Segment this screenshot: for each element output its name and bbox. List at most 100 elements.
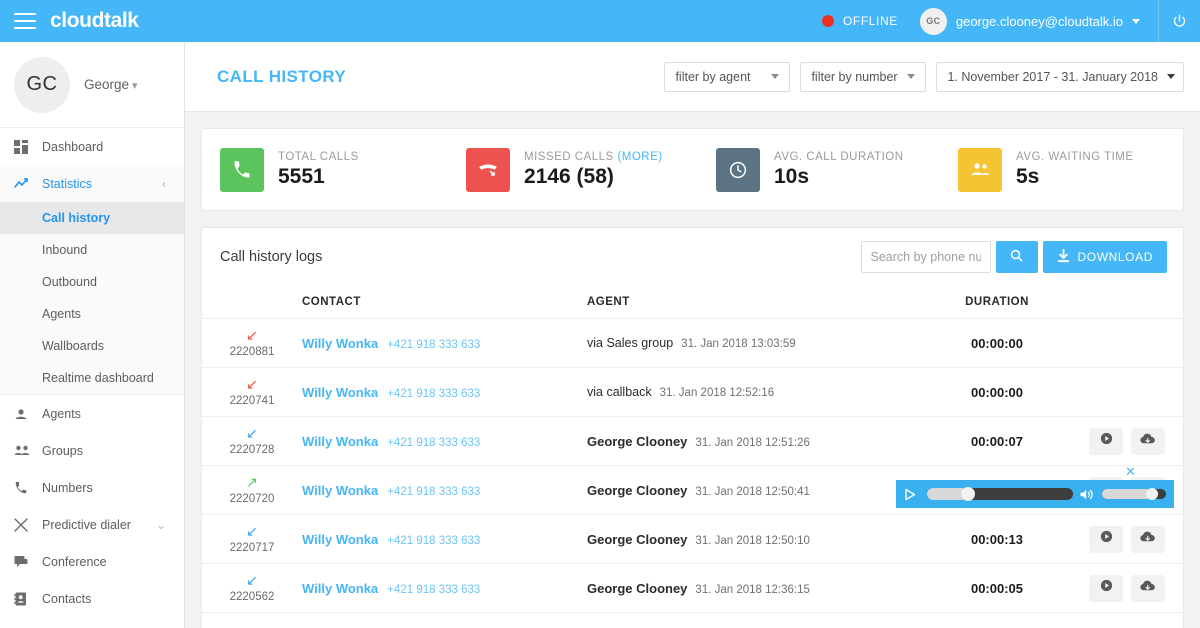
call-history-logs-card: Call history logs DOWNLOAD — [201, 227, 1184, 628]
contact-phone[interactable]: +421 918 333 633 — [387, 486, 480, 498]
download-recording-button[interactable] — [1131, 428, 1165, 455]
contacts-icon — [14, 592, 42, 606]
column-header-duration: DURATION — [932, 296, 1062, 308]
sidebar-item-statistics[interactable]: Statistics ‹ — [0, 165, 184, 202]
sidebar-user-profile[interactable]: GC George▾ — [0, 42, 184, 128]
search-button[interactable] — [996, 241, 1038, 273]
contact-phone[interactable]: +421 918 333 633 — [387, 535, 480, 547]
play-icon — [1099, 578, 1114, 598]
filter-by-number-select[interactable]: filter by number — [800, 62, 926, 92]
power-icon[interactable] — [1158, 0, 1200, 42]
contact-name[interactable]: Willy Wonka — [302, 336, 378, 351]
volume-knob[interactable] — [1146, 488, 1158, 500]
avatar: GC — [14, 57, 70, 113]
sidebar-item-outbound[interactable]: Outbound — [0, 266, 184, 298]
call-timestamp: 31. Jan 2018 12:50:41 — [695, 486, 809, 498]
play-recording-button[interactable] — [1089, 428, 1123, 455]
sidebar-subitem-label: Call history — [42, 211, 110, 225]
sidebar-item-label: Conference — [42, 555, 107, 569]
contact-phone[interactable]: +421 918 333 633 — [387, 339, 480, 351]
logs-toolbar: DOWNLOAD — [861, 241, 1167, 273]
groups-icon — [14, 444, 42, 457]
download-recording-button[interactable] — [1131, 526, 1165, 553]
sidebar-item-inbound[interactable]: Inbound — [0, 234, 184, 266]
volume-icon[interactable] — [1080, 488, 1096, 501]
search-input[interactable] — [861, 241, 991, 273]
download-icon — [1057, 249, 1070, 266]
sidebar-item-groups[interactable]: Groups — [0, 432, 184, 469]
date-range-picker[interactable]: 1. November 2017 - 31. January 2018 — [936, 62, 1184, 92]
table-row[interactable]: ↙ 2220881 Willy Wonka +421 918 333 633 v… — [202, 319, 1183, 368]
missed-calls-more-link[interactable]: (MORE) — [617, 151, 662, 163]
contact-phone[interactable]: +421 918 333 633 — [387, 584, 480, 596]
missed-call-icon — [466, 148, 510, 192]
sidebar-subitem-label: Inbound — [42, 243, 87, 257]
actions-cell — [1062, 575, 1183, 602]
call-timestamp: 31. Jan 2018 12:52:16 — [660, 387, 774, 399]
contact-name[interactable]: Willy Wonka — [302, 483, 378, 498]
stat-avg-waiting-time: AVG. WAITING TIME 5s — [958, 148, 1134, 192]
contact-cell: Willy Wonka +421 918 333 633 — [302, 483, 587, 498]
sidebar-item-contacts[interactable]: Contacts — [0, 580, 184, 617]
sidebar-item-agents[interactable]: Agents — [0, 395, 184, 432]
filter-by-agent-select[interactable]: filter by agent — [664, 62, 790, 92]
sidebar-item-stat-agents[interactable]: Agents — [0, 298, 184, 330]
status-badge[interactable]: OFFLINE — [822, 14, 898, 28]
top-bar: cloudtalk OFFLINE GC george.clooney@clou… — [0, 0, 1200, 42]
search-icon — [1009, 248, 1024, 266]
sidebar-item-conference[interactable]: Conference — [0, 543, 184, 580]
table-row[interactable]: ↙ 2220728 Willy Wonka +421 918 333 633 G… — [202, 417, 1183, 466]
chevron-left-icon: ‹ — [162, 177, 166, 191]
user-menu[interactable]: GC george.clooney@cloudtalk.io — [920, 8, 1140, 35]
sidebar-item-label: Dashboard — [42, 140, 103, 154]
chevron-down-icon: ▾ — [132, 80, 138, 92]
direction-cell: ↙ 2220562 — [202, 574, 302, 603]
contact-name[interactable]: Willy Wonka — [302, 434, 378, 449]
sidebar-item-call-history[interactable]: Call history — [0, 202, 184, 234]
sidebar-item-wallboards[interactable]: Wallboards — [0, 330, 184, 362]
sidebar-item-label: Contacts — [42, 592, 91, 606]
seek-knob[interactable] — [961, 487, 975, 501]
logs-header: Call history logs DOWNLOAD — [202, 228, 1183, 286]
play-icon[interactable] — [904, 488, 920, 501]
contact-phone[interactable]: +421 918 333 633 — [387, 437, 480, 449]
call-timestamp: 31. Jan 2018 12:51:26 — [695, 437, 809, 449]
sidebar-item-predictive-dialer[interactable]: Predictive dialer ⌄ — [0, 506, 184, 543]
stat-label-text: MISSED CALLS — [524, 151, 614, 163]
agent-cell: George Clooney 31. Jan 2018 12:50:10 — [587, 532, 932, 547]
app-root: cloudtalk OFFLINE GC george.clooney@clou… — [0, 0, 1200, 628]
filter-by-agent-label: filter by agent — [675, 70, 750, 84]
download-button[interactable]: DOWNLOAD — [1043, 241, 1167, 273]
play-recording-button[interactable] — [1089, 526, 1123, 553]
contact-name[interactable]: Willy Wonka — [302, 581, 378, 596]
sidebar-item-dashboard[interactable]: Dashboard — [0, 128, 184, 165]
hamburger-icon[interactable] — [14, 13, 36, 29]
agent-cell: George Clooney 31. Jan 2018 12:51:26 — [587, 434, 932, 449]
contact-name[interactable]: Willy Wonka — [302, 385, 378, 400]
brand-logo: cloudtalk — [50, 9, 139, 33]
volume-slider[interactable] — [1102, 488, 1166, 500]
avatar: GC — [920, 8, 947, 35]
duration-cell: 00:00:07 — [932, 434, 1062, 449]
sidebar-item-label: Agents — [42, 407, 81, 421]
contact-phone[interactable]: +421 918 333 633 — [387, 388, 480, 400]
stat-label: MISSED CALLS (MORE) — [524, 151, 663, 163]
sidebar-item-numbers[interactable]: Numbers — [0, 469, 184, 506]
play-recording-button[interactable] — [1089, 575, 1123, 602]
table-row[interactable]: ↗ 2220720 Willy Wonka +421 918 333 633 G… — [202, 466, 1183, 515]
sidebar-item-realtime-dashboard[interactable]: Realtime dashboard — [0, 362, 184, 394]
stats-summary-card: TOTAL CALLS 5551 MISSED CALLS (MORE) 214… — [201, 128, 1184, 211]
table-row[interactable]: ↙ 2220741 Willy Wonka +421 918 333 633 v… — [202, 368, 1183, 417]
sidebar-subnav-statistics: Call history Inbound Outbound Agents Wal… — [0, 202, 184, 394]
download-recording-button[interactable] — [1131, 575, 1165, 602]
seek-slider[interactable] — [927, 487, 1073, 501]
missed-call-arrow-icon: ↙ — [246, 329, 258, 343]
close-icon[interactable]: ✕ — [1125, 465, 1136, 478]
sidebar-item-label: Predictive dialer — [42, 518, 131, 532]
date-range-label: 1. November 2017 - 31. January 2018 — [947, 70, 1158, 84]
contact-name[interactable]: Willy Wonka — [302, 532, 378, 547]
agent-icon — [14, 407, 42, 421]
table-row[interactable]: ↙ 2220562 Willy Wonka +421 918 333 633 G… — [202, 564, 1183, 613]
table-row[interactable]: ↙ 2220717 Willy Wonka +421 918 333 633 G… — [202, 515, 1183, 564]
direction-cell: ↙ 2220741 — [202, 378, 302, 407]
